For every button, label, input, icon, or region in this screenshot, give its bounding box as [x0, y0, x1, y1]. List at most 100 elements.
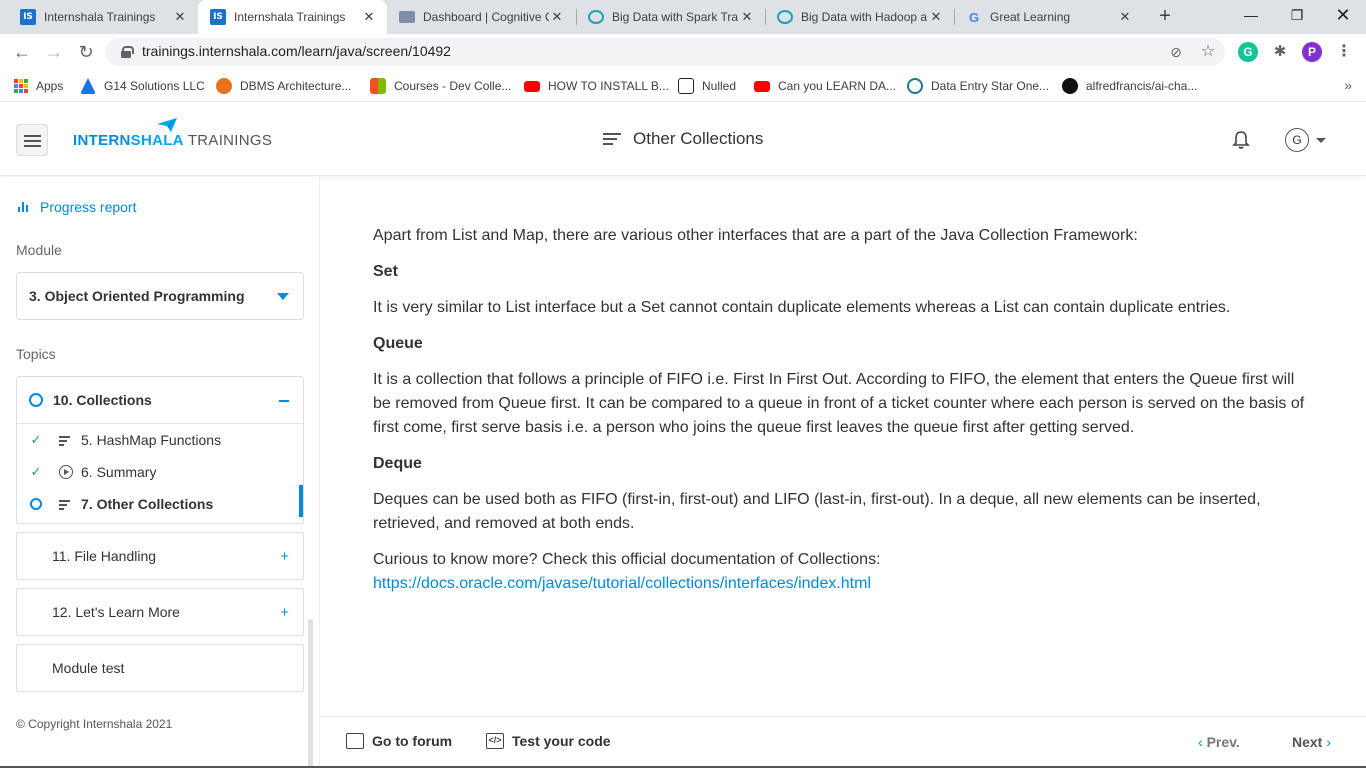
set-heading: Set — [373, 263, 398, 280]
browser-tab-active[interactable]: IS Internshala Trainings ✕ — [198, 0, 387, 34]
more-bookmarks-icon[interactable]: » — [1344, 77, 1352, 93]
go-to-forum-button[interactable]: Go to forum — [346, 733, 452, 749]
progress-report-link[interactable]: Progress report — [18, 199, 136, 215]
bar-chart-icon — [18, 202, 30, 212]
browser-tab[interactable]: G Great Learning ✕ — [954, 0, 1143, 34]
queue-heading: Queue — [373, 335, 423, 352]
progress-report-label: Progress report — [40, 199, 137, 215]
tab-title: Internshala Trainings — [234, 10, 346, 24]
logo-sub: TRAININGS — [187, 132, 273, 149]
lesson-item-other-collections[interactable]: 7. Other Collections — [17, 488, 303, 520]
forum-chat-icon — [346, 733, 364, 749]
test-your-code-button[interactable]: </> Test your code — [486, 733, 611, 749]
hamburger-menu-icon[interactable] — [16, 124, 48, 156]
browser-tab[interactable]: Big Data with Hadoop a ✕ — [765, 0, 954, 34]
lesson-label: 7. Other Collections — [81, 496, 214, 512]
topic-title: Module test — [52, 660, 125, 676]
sidebar-scrollbar[interactable] — [308, 619, 313, 768]
browser-toolbar: ← → ↻ trainings.internshala.com/learn/ja… — [0, 34, 1366, 70]
restore-window-icon[interactable]: ❐ — [1274, 0, 1320, 34]
star-icon[interactable]: ☆ — [1199, 43, 1217, 61]
profile-avatar[interactable]: P — [1302, 42, 1322, 62]
bookmark-label: alfredfrancis/ai-cha... — [1086, 79, 1198, 93]
user-avatar[interactable]: G — [1285, 128, 1309, 152]
close-tab-icon[interactable]: ✕ — [172, 9, 188, 25]
bookmark-item[interactable]: HOW TO INSTALL B... — [524, 77, 669, 95]
bookmark-item[interactable]: Data Entry Star One... — [907, 77, 1049, 95]
browser-menu-icon[interactable]: ⋮ — [1334, 42, 1354, 62]
next-label: Next — [1292, 734, 1323, 750]
url-text[interactable]: trainings.internshala.com/learn/java/scr… — [142, 43, 451, 59]
bookmark-item[interactable]: Can you LEARN DA... — [754, 77, 896, 95]
lesson-item-hashmap-functions[interactable]: ✓ 5. HashMap Functions — [17, 424, 303, 456]
close-tab-icon[interactable]: ✕ — [739, 9, 755, 25]
browser-tab[interactable]: IS Internshala Trainings ✕ — [8, 0, 198, 34]
reload-icon[interactable]: ↻ — [74, 40, 98, 64]
github-icon — [1062, 78, 1078, 94]
bookmark-item[interactable]: Courses - Dev Colle... — [370, 77, 511, 95]
close-tab-icon[interactable]: ✕ — [1117, 9, 1133, 25]
close-tab-icon[interactable]: ✕ — [549, 9, 565, 25]
module-dropdown[interactable]: 3. Object Oriented Programming — [16, 272, 304, 320]
next-button[interactable]: Next › — [1292, 734, 1331, 750]
forward-arrow-icon[interactable]: → — [42, 40, 66, 64]
topic-module-test[interactable]: Module test — [16, 644, 304, 692]
address-bar[interactable]: trainings.internshala.com/learn/java/scr… — [105, 38, 1225, 66]
bookmark-item[interactable]: Apps — [14, 77, 63, 95]
notification-bell-icon[interactable] — [1232, 130, 1250, 150]
grammarly-extension-icon[interactable]: G — [1238, 42, 1258, 62]
expand-plus-icon[interactable]: + — [280, 549, 289, 564]
topic-title: 12. Let's Learn More — [52, 604, 180, 620]
nulled-icon — [678, 78, 694, 94]
app-header: INTERNSHALA TRAININGS Other Collections G — [0, 103, 1366, 176]
text-lesson-icon — [59, 498, 73, 510]
youtube-icon — [524, 80, 540, 92]
close-tab-icon[interactable]: ✕ — [928, 9, 944, 25]
g14-logo-icon — [80, 78, 96, 94]
user-menu[interactable]: G — [1285, 128, 1326, 152]
bookmark-item[interactable]: G14 Solutions LLC — [80, 77, 205, 95]
incomplete-circle-icon — [30, 498, 42, 510]
prev-button[interactable]: ‹ Prev. — [1198, 734, 1240, 750]
lesson-label: 5. HashMap Functions — [81, 432, 222, 448]
puzzle-extensions-icon[interactable]: ✱ — [1270, 42, 1290, 62]
apps-grid-icon — [14, 79, 28, 93]
google-favicon-icon: G — [968, 9, 980, 25]
bookmark-label: Can you LEARN DA... — [778, 79, 897, 93]
browser-tab-strip: IS Internshala Trainings ✕ IS Internshal… — [0, 0, 1366, 34]
copyright-text: © Copyright Internshala 2021 — [16, 717, 173, 731]
topic-title: 11. File Handling — [52, 548, 157, 564]
close-window-icon[interactable]: ✕ — [1320, 0, 1366, 34]
code-brackets-icon: </> — [486, 733, 504, 749]
topic-lets-learn-more[interactable]: 12. Let's Learn More + — [16, 588, 304, 636]
bookmark-item[interactable]: DBMS Architecture... — [216, 77, 351, 95]
topic-header[interactable]: 10. Collections — [17, 377, 303, 424]
oracle-docs-link[interactable]: https://docs.oracle.com/javase/tutorial/… — [373, 575, 871, 592]
minimize-window-icon[interactable]: — — [1228, 0, 1274, 34]
topic-file-handling[interactable]: 11. File Handling + — [16, 532, 304, 580]
tab-title: Big Data with Hadoop a — [801, 10, 928, 24]
chevron-down-icon — [1316, 137, 1326, 143]
browser-tab[interactable]: Dashboard | Cognitive C ✕ — [387, 0, 575, 34]
lesson-item-summary[interactable]: ✓ 6. Summary — [17, 456, 303, 488]
new-tab-plus-icon[interactable]: + — [1153, 5, 1177, 29]
internshala-logo[interactable]: INTERNSHALA TRAININGS — [73, 132, 272, 149]
bookmark-label: DBMS Architecture... — [240, 79, 352, 93]
chevron-right-icon: › — [1326, 734, 1331, 750]
bookmark-item[interactable]: alfredfrancis/ai-cha... — [1062, 77, 1197, 95]
prev-label: Prev. — [1206, 734, 1240, 750]
eye-off-icon[interactable]: ⊘ — [1167, 43, 1185, 61]
bookmark-item[interactable]: Nulled — [678, 77, 736, 95]
bookmark-label: Courses - Dev Colle... — [394, 79, 512, 93]
curious-paragraph: Curious to know more? Check this officia… — [373, 548, 1313, 596]
dbms-favicon-icon — [216, 78, 232, 94]
browser-tab[interactable]: Big Data with Spark Tra ✕ — [576, 0, 765, 34]
close-tab-icon[interactable]: ✕ — [361, 9, 377, 25]
page-title: Other Collections — [603, 129, 763, 149]
back-arrow-icon[interactable]: ← — [10, 40, 34, 64]
expand-plus-icon[interactable]: + — [280, 605, 289, 620]
collapse-minus-icon[interactable] — [279, 400, 289, 402]
cloud-favicon-icon — [588, 10, 604, 24]
topics-heading: Topics — [16, 346, 56, 362]
logo-brand-b: SHALA — [130, 132, 184, 149]
